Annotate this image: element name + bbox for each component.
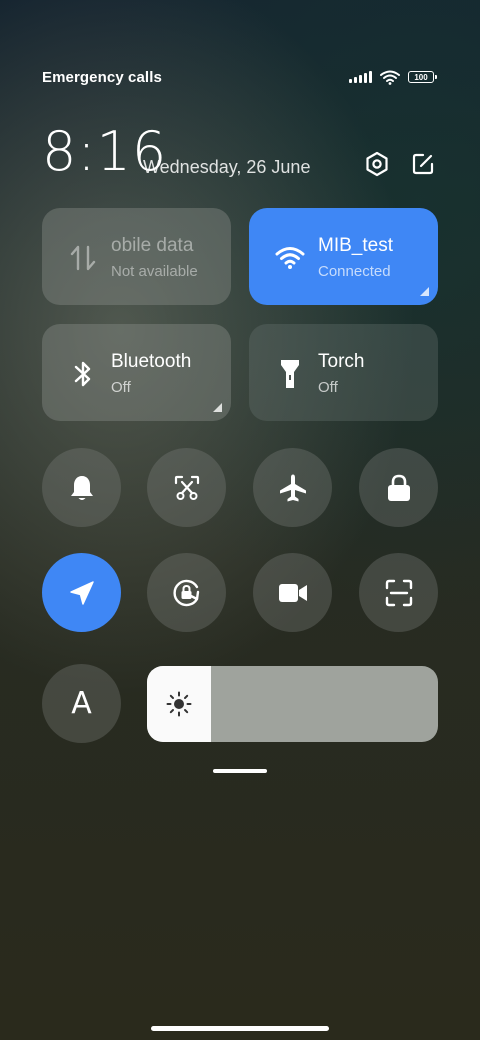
- wifi-status: Connected: [318, 263, 391, 280]
- rotation-lock-toggle[interactable]: [147, 553, 226, 632]
- status-bar: Emergency calls o 100: [42, 66, 437, 88]
- battery-icon: 100: [408, 71, 437, 83]
- rotation-lock-icon: [172, 579, 199, 606]
- mobile-data-title: obile data: [111, 235, 194, 256]
- lock-toggle[interactable]: [359, 448, 438, 527]
- edit-button[interactable]: [409, 150, 437, 178]
- battery-level: 100: [414, 72, 428, 82]
- settings-icon: [366, 151, 388, 177]
- torch-tile[interactable]: Torch Off: [249, 324, 438, 421]
- bluetooth-title: Bluetooth: [111, 351, 192, 372]
- wifi-icon: [275, 243, 305, 273]
- scanner-icon: [385, 579, 412, 606]
- screenshot-toggle[interactable]: [147, 448, 226, 527]
- signal-icon: [349, 71, 372, 83]
- torch-title: Torch: [318, 351, 365, 372]
- video-icon: [278, 583, 307, 602]
- edit-icon: [412, 153, 434, 175]
- scanner-toggle[interactable]: [359, 553, 438, 632]
- bluetooth-status: Off: [111, 379, 131, 396]
- font-letter: A: [71, 686, 92, 721]
- mute-toggle[interactable]: [42, 448, 121, 527]
- wifi-title: MIB_test: [318, 235, 393, 256]
- airplane-toggle[interactable]: [253, 448, 332, 527]
- status-icons: 100: [349, 70, 437, 85]
- sun-icon: [166, 691, 192, 717]
- mobile-data-status: Not available: [111, 263, 198, 280]
- font-size-toggle[interactable]: A: [42, 664, 121, 743]
- settings-button[interactable]: [363, 150, 391, 178]
- airplane-icon: [279, 474, 306, 501]
- wifi-tile[interactable]: MIB_test Connected: [249, 208, 438, 305]
- date: Wednesday, 26 June: [143, 157, 311, 177]
- lock-icon: [387, 474, 410, 501]
- mobile-data-icon: [68, 243, 98, 273]
- brightness-fill: [147, 666, 212, 742]
- status-text: Emergency calls o: [42, 68, 164, 86]
- bluetooth-tile[interactable]: Bluetooth Off: [42, 324, 231, 421]
- location-icon: [69, 580, 94, 605]
- drag-handle[interactable]: [213, 769, 267, 773]
- brightness-slider[interactable]: [147, 666, 438, 742]
- wifi-status-icon: [380, 70, 400, 85]
- screen-recorder-toggle[interactable]: [253, 553, 332, 632]
- mobile-data-tile[interactable]: obile data Not available: [42, 208, 231, 305]
- screenshot-icon: [174, 475, 199, 500]
- gesture-navigation-bar[interactable]: [151, 1026, 329, 1031]
- bluetooth-icon: [68, 359, 98, 389]
- bell-icon: [70, 475, 93, 500]
- location-toggle[interactable]: [42, 553, 121, 632]
- torch-icon: [275, 359, 305, 389]
- expand-corner-icon[interactable]: [213, 403, 222, 412]
- expand-corner-icon[interactable]: [420, 287, 429, 296]
- torch-status: Off: [318, 379, 338, 396]
